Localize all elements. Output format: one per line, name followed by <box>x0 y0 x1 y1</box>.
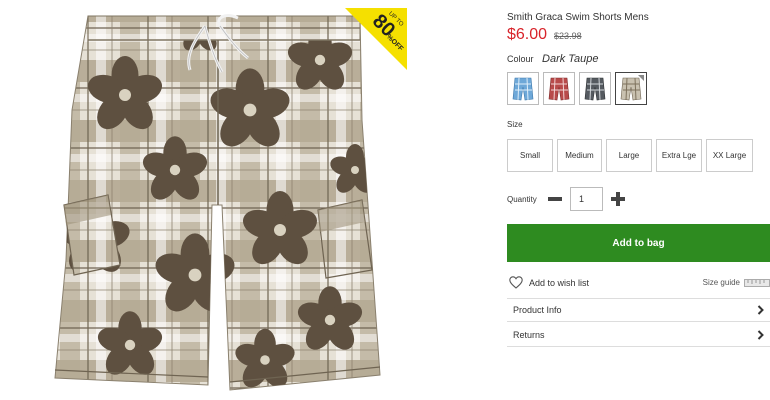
ruler-icon <box>744 278 770 287</box>
add-to-bag-button[interactable]: Add to bag <box>507 224 770 262</box>
swatch-dark-taupe[interactable] <box>615 72 647 105</box>
size-xx-large-button[interactable]: XX Large <box>706 139 753 172</box>
add-to-wishlist-label: Add to wish list <box>529 277 590 288</box>
size-large-button[interactable]: Large <box>606 139 652 172</box>
size-label: Size <box>507 120 523 129</box>
quantity-row: Quantity <box>507 187 625 211</box>
chevron-right-icon <box>757 329 764 340</box>
plus-icon <box>611 192 625 206</box>
swatch-red-thumbnail <box>546 75 572 102</box>
size-guide-label: Size guide <box>702 278 740 287</box>
colour-label: Colour <box>507 54 534 64</box>
price-row: $6.00 $23.98 <box>507 26 582 44</box>
current-price: $6.00 <box>507 26 548 43</box>
quantity-input[interactable] <box>570 187 603 211</box>
quantity-label: Quantity <box>507 194 537 204</box>
accordion-returns[interactable]: Returns <box>507 323 770 347</box>
decrease-quantity-button[interactable] <box>548 192 562 206</box>
swatch-charcoal-thumbnail <box>582 75 608 102</box>
colour-selected-value: Dark Taupe <box>542 53 599 65</box>
swatch-blue[interactable] <box>507 72 539 105</box>
size-options: Small Medium Large Extra Lge XX Large <box>507 139 753 172</box>
swatch-charcoal[interactable] <box>579 72 611 105</box>
chevron-right-icon <box>757 305 764 315</box>
size-extra-large-button[interactable]: Extra Lge <box>656 139 702 172</box>
heart-icon <box>509 276 523 289</box>
size-guide-link[interactable]: Size guide <box>703 278 770 287</box>
add-to-wishlist-link[interactable]: Add to wish list <box>509 276 589 289</box>
wishlist-row: Add to wish list Size guide <box>507 276 770 292</box>
minus-icon <box>548 197 562 201</box>
product-image: UP TO 80 %OFF <box>0 0 420 400</box>
swatch-red[interactable] <box>543 72 575 105</box>
accordion-product-info-label: Product Info <box>513 305 562 315</box>
swatch-dark-taupe-thumbnail <box>618 75 644 102</box>
colour-swatches <box>507 72 647 105</box>
accordion-product-info[interactable]: Product Info <box>507 298 770 322</box>
original-price: $23.98 <box>554 31 582 41</box>
product-title: Smith Graca Swim Shorts Mens <box>507 12 649 23</box>
accordion-returns-label: Returns <box>513 329 545 340</box>
colour-row: Colour Dark Taupe <box>507 53 599 65</box>
product-details: Smith Graca Swim Shorts Mens $6.00 $23.9… <box>507 0 770 400</box>
increase-quantity-button[interactable] <box>611 192 625 206</box>
swatch-blue-thumbnail <box>510 75 536 102</box>
size-medium-button[interactable]: Medium <box>557 139 602 172</box>
discount-badge: UP TO 80 %OFF <box>345 8 407 70</box>
size-small-button[interactable]: Small <box>507 139 553 172</box>
